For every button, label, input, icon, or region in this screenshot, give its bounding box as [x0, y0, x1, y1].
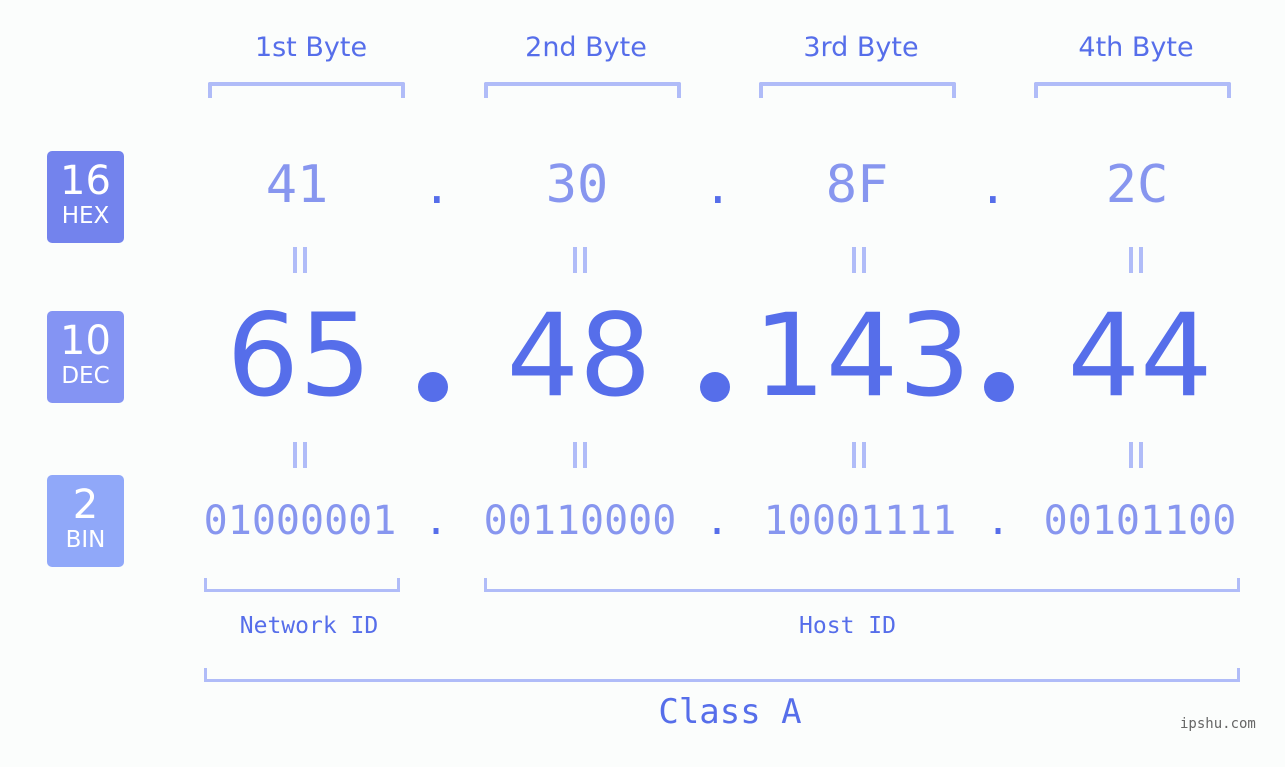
byte-bracket-3 [759, 82, 956, 98]
bin-separator-1: . [424, 498, 449, 544]
equals-icon [849, 247, 869, 273]
network-id-bracket [204, 578, 400, 592]
equals-icon [849, 442, 869, 468]
watermark: ipshu.com [1180, 716, 1256, 732]
byte-bracket-1 [208, 82, 405, 98]
equals-icon [290, 247, 310, 273]
dec-separator-2 [700, 372, 730, 402]
equals-icon [570, 442, 590, 468]
bin-byte-1: 01000001 [203, 498, 397, 544]
equals-icon [1126, 442, 1146, 468]
dec-separator-1 [418, 372, 448, 402]
class-bracket [204, 668, 1240, 682]
dec-separator-3 [984, 372, 1014, 402]
bin-byte-3: 10001111 [763, 498, 957, 544]
hex-byte-3: 8F [825, 155, 889, 215]
host-id-label: Host ID [799, 613, 896, 639]
host-id-bracket [484, 578, 1240, 592]
byte-header-1: 1st Byte [254, 32, 368, 63]
bin-base-number: 2 [72, 482, 99, 528]
hex-byte-4: 2C [1105, 155, 1169, 215]
hex-base-number: 16 [60, 158, 111, 204]
dec-base-label: DEC [61, 363, 110, 389]
bin-separator-3: . [986, 498, 1011, 544]
bin-byte-2: 00110000 [483, 498, 677, 544]
byte-header-3: 3rd Byte [803, 32, 919, 63]
dec-base-number: 10 [60, 318, 111, 364]
byte-header-2: 2nd Byte [525, 32, 647, 63]
class-label: Class A [658, 692, 802, 732]
dec-byte-2: 48 [506, 289, 652, 422]
byte-bracket-4 [1034, 82, 1231, 98]
hex-byte-1: 41 [265, 155, 329, 215]
dec-byte-1: 65 [226, 289, 372, 422]
dec-byte-4: 44 [1067, 289, 1213, 422]
bin-base-label: BIN [65, 527, 106, 553]
byte-header-4: 4th Byte [1078, 32, 1194, 63]
dec-badge: 10 DEC [47, 311, 124, 403]
equals-icon [570, 247, 590, 273]
hex-byte-2: 30 [545, 155, 609, 215]
bin-badge: 2 BIN [47, 475, 124, 567]
bin-separator-2: . [705, 498, 730, 544]
hex-badge: 16 HEX [47, 151, 124, 243]
hex-separator-1: . [423, 160, 451, 214]
equals-icon [1126, 247, 1146, 273]
equals-icon [290, 442, 310, 468]
dec-byte-3: 143 [753, 289, 971, 422]
network-id-label: Network ID [239, 613, 379, 639]
hex-separator-2: . [704, 160, 732, 214]
byte-bracket-2 [484, 82, 681, 98]
hex-base-label: HEX [61, 203, 110, 229]
bin-byte-4: 00101100 [1043, 498, 1237, 544]
hex-separator-3: . [979, 160, 1007, 214]
